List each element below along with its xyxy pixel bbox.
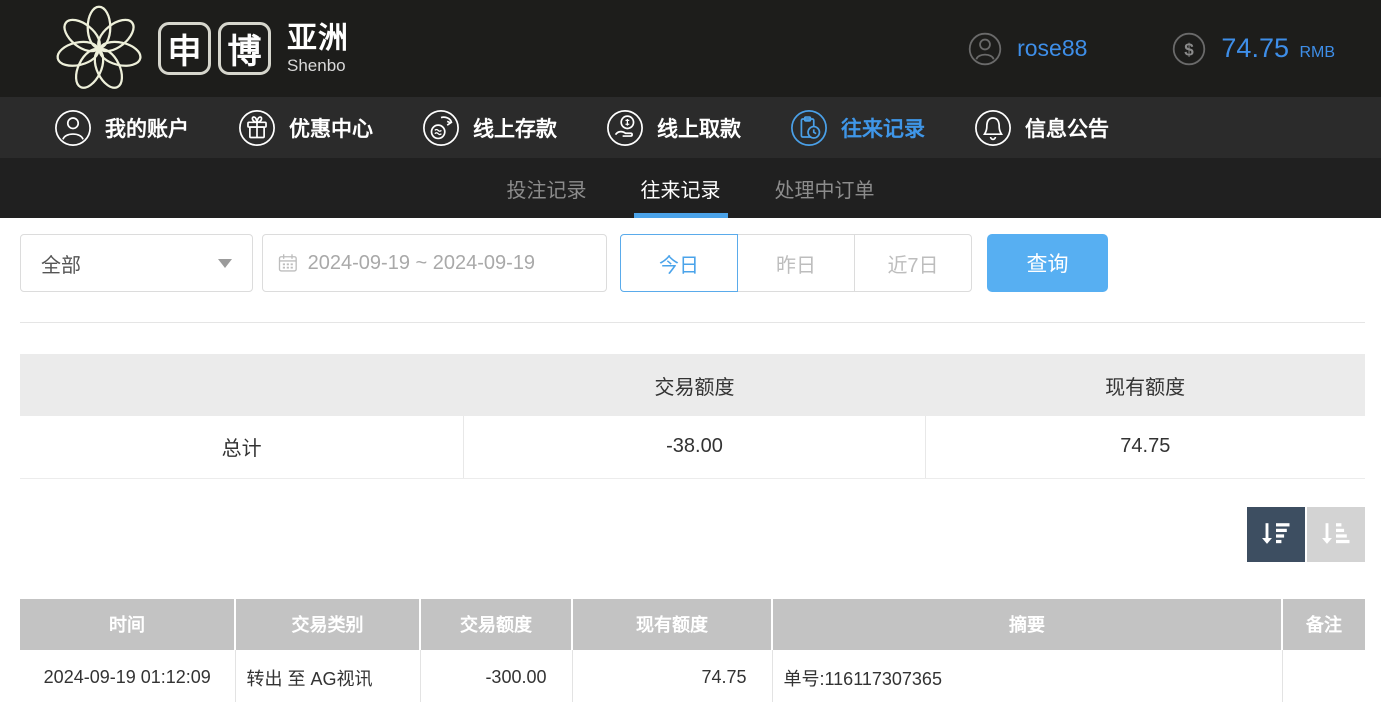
record-remark — [1281, 649, 1365, 702]
nav-label: 往来记录 — [841, 117, 925, 141]
tab-label: 投注记录 — [506, 179, 587, 202]
logo-char-bo: 博 — [218, 22, 271, 75]
brand-logo[interactable]: 申 博 亚洲 Shenbo — [0, 2, 349, 96]
nav-item-transfer-records[interactable]: 往来记录 — [790, 109, 925, 147]
dollar-icon: $ — [1173, 32, 1206, 65]
balance-display[interactable]: $ 74.75 RMB — [1171, 31, 1335, 67]
date-range-input[interactable] — [307, 251, 592, 275]
nav-label: 我的账户 — [105, 117, 189, 141]
summary-total-row: 总计 -38.00 74.75 — [20, 416, 1365, 479]
sub-nav: 投注记录 往来记录 处理中订单 — [0, 158, 1381, 218]
date-range-picker[interactable] — [262, 234, 607, 292]
record-summary: 单号:116117307365 — [771, 649, 1282, 702]
tab-label: 往来记录 — [640, 179, 721, 202]
sort-ascending-button[interactable] — [1307, 506, 1365, 562]
tab-label: 处理中订单 — [774, 179, 875, 202]
nav-item-my-account[interactable]: 我的账户 — [54, 109, 189, 147]
records-header-row: 时间 交易类别 交易额度 现有额度 摘要 备注 — [20, 598, 1365, 650]
caret-down-icon — [218, 258, 232, 268]
logo-region: 亚洲 Shenbo — [287, 21, 349, 75]
nav-item-announcements[interactable]: 信息公告 — [974, 109, 1109, 147]
withdraw-icon — [607, 109, 643, 146]
summary-header-current-balance: 现有额度 — [925, 354, 1365, 416]
user-avatar-icon — [968, 32, 1002, 65]
records-header-remark: 备注 — [1281, 598, 1365, 650]
summary-current-balance: 74.75 — [924, 416, 1365, 479]
records-header-summary: 摘要 — [771, 598, 1282, 650]
quick-date-group: 今日 昨日 近7日 — [620, 234, 972, 292]
record-time: 2024-09-19 01:12:09 — [20, 649, 235, 702]
summary-transaction-amount: -38.00 — [463, 416, 926, 479]
nav-label: 线上取款 — [657, 117, 741, 141]
transfer-records-icon — [791, 109, 827, 146]
tab-betting-records[interactable]: 投注记录 — [500, 158, 594, 218]
table-row: 2024-09-19 01:12:09 转出 至 AG视讯 -300.00 74… — [20, 649, 1365, 702]
records-header-amount: 交易额度 — [419, 598, 572, 650]
tab-transfer-records[interactable]: 往来记录 — [633, 158, 728, 218]
logo-region-text: 亚洲 — [287, 21, 349, 55]
bell-icon — [975, 109, 1011, 146]
logo-subtitle: Shenbo — [287, 55, 346, 75]
sort-descending-icon — [1262, 523, 1290, 544]
calendar-icon — [278, 254, 297, 272]
deposit-icon — [423, 109, 459, 146]
records-header-balance: 现有额度 — [571, 598, 772, 650]
last-7-days-button[interactable]: 近7日 — [854, 234, 972, 292]
balance-amount: 74.75 — [1221, 33, 1289, 63]
nav-label: 信息公告 — [1025, 117, 1109, 141]
filter-row: 全部 今日 昨日 近7日 查询 — [20, 234, 1381, 292]
user-account-link[interactable]: rose88 — [967, 31, 1087, 67]
active-tab-underline — [633, 213, 728, 218]
records-table: 时间 交易类别 交易额度 现有额度 摘要 备注 2024-09-19 01:12… — [20, 598, 1365, 702]
type-select-value: 全部 — [41, 254, 81, 277]
section-divider — [20, 322, 1365, 323]
logo-characters: 申 博 — [158, 22, 271, 75]
search-button[interactable]: 查询 — [987, 234, 1108, 292]
tab-pending-orders[interactable]: 处理中订单 — [768, 158, 882, 218]
yesterday-button[interactable]: 昨日 — [737, 234, 855, 292]
sort-controls — [0, 506, 1365, 562]
nav-item-deposit[interactable]: 线上存款 — [422, 109, 557, 147]
svg-text:$: $ — [1185, 40, 1195, 59]
records-header-time: 时间 — [20, 598, 235, 650]
records-header-type: 交易类别 — [234, 598, 420, 650]
nav-label: 优惠中心 — [289, 117, 373, 141]
gift-icon — [239, 109, 275, 146]
balance-currency: RMB — [1299, 44, 1335, 61]
today-button[interactable]: 今日 — [620, 234, 738, 292]
type-select-dropdown[interactable]: 全部 — [20, 234, 253, 292]
user-icon — [55, 109, 91, 146]
record-amount: -300.00 — [419, 649, 572, 702]
summary-header-transaction-amount: 交易额度 — [463, 354, 926, 416]
main-nav: 我的账户 优惠中心 线上存款 线上取款 往来记录 信息公告 — [0, 97, 1381, 158]
nav-label: 线上存款 — [473, 117, 557, 141]
logo-char-shen: 申 — [158, 22, 211, 75]
top-header: 申 博 亚洲 Shenbo rose88 $ 74.75 RMB — [0, 0, 1381, 97]
sort-descending-button[interactable] — [1247, 506, 1305, 562]
summary-total-label: 总计 — [20, 416, 464, 479]
username-text: rose88 — [1017, 35, 1088, 61]
summary-header-blank — [20, 354, 464, 416]
nav-item-promotions[interactable]: 优惠中心 — [238, 109, 373, 147]
flower-logo-icon — [56, 5, 142, 89]
record-type: 转出 至 AG视讯 — [234, 649, 420, 702]
record-balance: 74.75 — [571, 649, 772, 702]
summary-header-row: 交易额度 现有额度 — [20, 354, 1365, 416]
sort-ascending-icon — [1322, 523, 1350, 544]
nav-item-withdraw[interactable]: 线上取款 — [606, 109, 741, 147]
summary-table: 交易额度 现有额度 总计 -38.00 74.75 — [20, 354, 1365, 479]
